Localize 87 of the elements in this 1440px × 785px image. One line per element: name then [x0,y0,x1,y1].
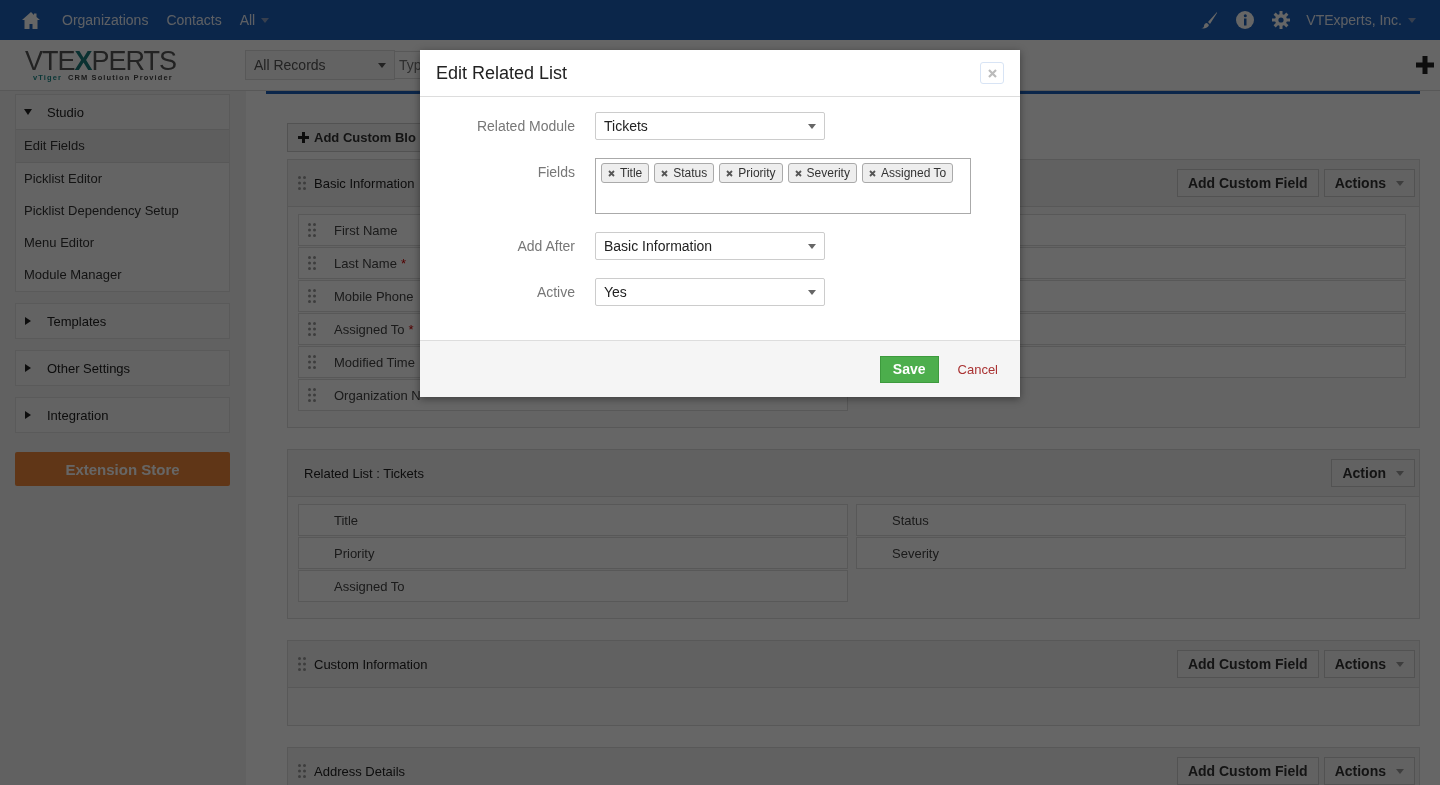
select-field[interactable]: Yes [595,278,825,306]
field-label: Assigned To [334,578,405,594]
select-field[interactable]: Tickets [595,112,825,140]
add-field-button[interactable]: Add Custom Field [1176,650,1319,678]
caret-icon [808,243,816,249]
required-mark: * [400,255,406,271]
remove-icon[interactable] [661,169,669,177]
field-label: Title [334,512,359,528]
field-label: Organization N [334,387,421,403]
expand-arrow-icon [24,317,32,325]
form-label: Fields [536,163,575,180]
field-label: Severity [892,545,939,561]
caret-icon [261,17,270,23]
remove-icon[interactable] [726,169,734,177]
add-field-button[interactable]: Add Custom Field [1176,757,1319,785]
plus-icon [298,132,309,143]
close-icon [987,68,997,78]
tag[interactable]: Title [601,163,650,183]
nav-link[interactable]: Contacts [166,12,222,28]
caret-icon [378,62,386,68]
tag[interactable]: Assigned To [861,163,954,183]
field-label: Priority [334,545,375,561]
field-label: First Name [334,222,398,238]
remove-icon[interactable] [868,169,876,177]
actions-dropdown[interactable]: Actions [1323,169,1415,197]
drag-handle-icon[interactable] [298,764,306,778]
collapse-arrow-icon [24,108,32,116]
tag[interactable]: Priority [719,163,783,183]
tag[interactable]: Status [654,163,715,183]
remove-icon[interactable] [608,169,615,177]
drag-handle-icon[interactable] [308,355,316,369]
caret-icon [1396,470,1404,476]
caret-icon [1396,768,1404,774]
sidebar-section-header[interactable]: Integration [16,398,229,432]
expand-arrow-icon [24,411,32,419]
nav-link[interactable]: All [239,12,270,28]
home-icon[interactable] [22,11,40,29]
remove-icon[interactable] [794,169,802,177]
drag-handle-icon[interactable] [298,176,306,190]
settings-icon[interactable] [1272,11,1291,29]
required-mark: * [408,321,414,337]
drag-handle-icon[interactable] [298,657,306,671]
field-label: Last Name [334,255,397,271]
tag-field[interactable]: Title Status Priority Severity Assigned To [595,158,971,214]
tag[interactable]: Severity [787,163,857,183]
block-title: Custom Information [314,656,428,672]
sidebar-section-header[interactable]: Templates [16,304,229,338]
save-button[interactable]: Save [879,355,939,383]
dialog-title: Edit Related List [436,62,568,84]
block-title: Basic Information [314,175,415,191]
block-title: Related List : Tickets [304,465,424,481]
drag-handle-icon[interactable] [308,322,316,336]
add-field-button[interactable]: Add Custom Field [1176,169,1319,197]
caret-icon [1396,180,1404,186]
caret-icon [1408,17,1416,23]
field-label: Modified Time [334,354,415,370]
sidebar-item[interactable]: Edit Fields [16,129,229,163]
drag-handle-icon[interactable] [308,256,316,270]
caret-icon [808,123,816,129]
expand-arrow-icon [24,364,32,372]
extension-store-button[interactable]: Extension Store [15,452,230,486]
actions-dropdown[interactable]: Actions [1323,650,1415,678]
cancel-link[interactable]: Cancel [957,361,998,377]
select-field[interactable]: Basic Information [595,232,825,260]
form-label: Add After [516,237,575,254]
form-label: Related Module [475,117,575,134]
drag-handle-icon[interactable] [308,388,316,402]
caret-icon [808,289,816,295]
field-label: Assigned To [334,321,405,337]
close-button[interactable] [980,62,1004,84]
user-menu[interactable]: VTExperts, Inc. [1306,12,1416,28]
filter-dropdown[interactable]: All Records [245,50,395,80]
drag-handle-icon[interactable] [308,223,316,237]
sidebar-section-header[interactable]: Other Settings [16,351,229,385]
field-label: Mobile Phone [334,288,414,304]
actions-dropdown[interactable]: Actions [1323,757,1415,785]
caret-icon [1396,661,1404,667]
form-label: Active [535,283,575,300]
field-label: Status [892,512,929,528]
info-icon[interactable] [1236,11,1255,29]
block-title: Address Details [314,763,406,779]
sidebar-section-header[interactable]: Studio [16,95,229,129]
actions-dropdown[interactable]: Action [1331,459,1415,487]
nav-link[interactable]: Organizations [62,12,149,28]
plus-icon[interactable] [1416,56,1434,74]
paintbrush-icon[interactable] [1200,11,1219,29]
drag-handle-icon[interactable] [308,289,316,303]
